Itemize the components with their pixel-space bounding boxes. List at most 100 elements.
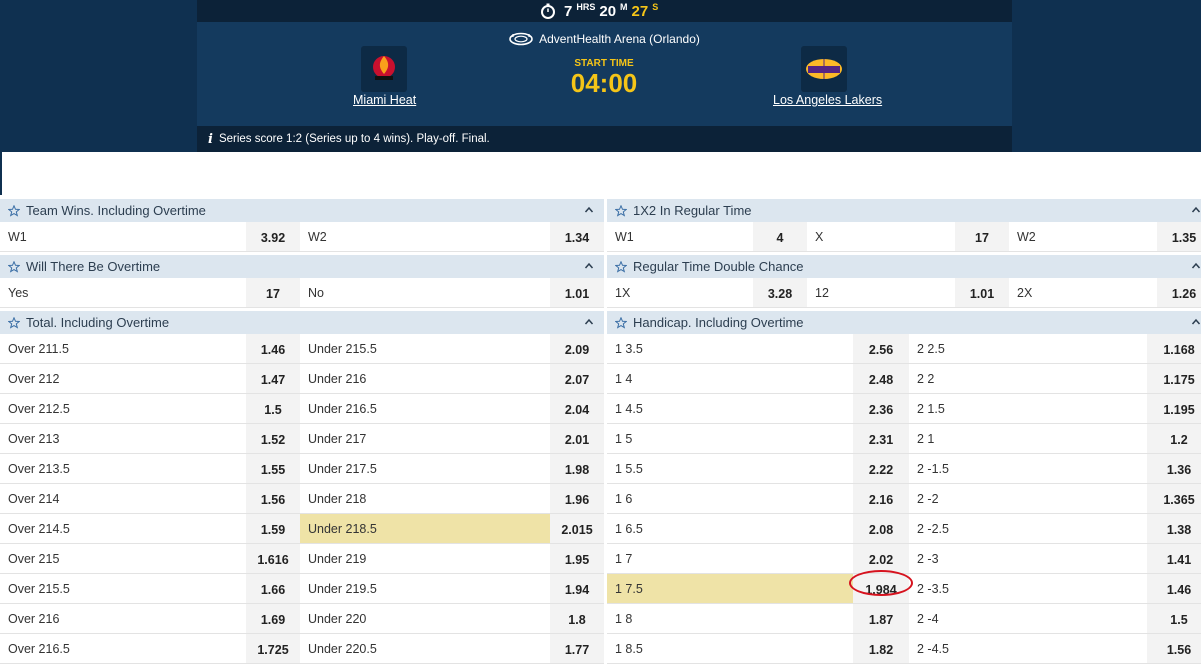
odds-value[interactable]: 1.365	[1147, 484, 1201, 513]
odds-value[interactable]: 2.07	[550, 364, 604, 393]
outcome-label[interactable]: 1 7	[607, 544, 853, 573]
odds-value[interactable]: 2.015	[550, 514, 604, 543]
odds-value[interactable]: 1.59	[246, 514, 300, 543]
outcome-label[interactable]: 1 8	[607, 604, 853, 633]
market-overtime-header[interactable]: Will There Be Overtime	[0, 255, 604, 278]
outcome-label[interactable]: 1 3.5	[607, 334, 853, 363]
outcome-label[interactable]: 2 1.5	[909, 394, 1147, 423]
outcome-label[interactable]: 2 -4.5	[909, 634, 1147, 663]
outcome-label[interactable]: 2 2.5	[909, 334, 1147, 363]
odds-value[interactable]: 1.2	[1147, 424, 1201, 453]
odds-value[interactable]: 1.26	[1157, 278, 1201, 307]
outcome-label[interactable]: Under 215.5	[300, 334, 550, 363]
odds-value[interactable]: 1.47	[246, 364, 300, 393]
outcome-label[interactable]: Under 216	[300, 364, 550, 393]
outcome-label[interactable]: X	[807, 222, 955, 251]
outcome-label[interactable]: 2 -1.5	[909, 454, 1147, 483]
outcome-label[interactable]: 2 -2.5	[909, 514, 1147, 543]
odds-value[interactable]: 1.41	[1147, 544, 1201, 573]
odds-value[interactable]: 1.8	[550, 604, 604, 633]
star-icon[interactable]	[615, 316, 627, 329]
chevron-up-icon[interactable]	[1191, 261, 1201, 271]
odds-value[interactable]: 2.16	[853, 484, 909, 513]
outcome-label[interactable]: W2	[300, 222, 550, 251]
odds-value[interactable]: 1.46	[246, 334, 300, 363]
odds-value[interactable]: 1.69	[246, 604, 300, 633]
odds-value[interactable]: 2.31	[853, 424, 909, 453]
outcome-label[interactable]: Over 213	[0, 424, 246, 453]
chevron-up-icon[interactable]	[1191, 317, 1201, 327]
outcome-label[interactable]: Under 217	[300, 424, 550, 453]
odds-value[interactable]: 3.92	[246, 222, 300, 251]
odds-value[interactable]: 1.56	[1147, 634, 1201, 663]
outcome-label[interactable]: Over 211.5	[0, 334, 246, 363]
chevron-up-icon[interactable]	[584, 205, 594, 215]
outcome-label[interactable]: Under 220.5	[300, 634, 550, 663]
chevron-up-icon[interactable]	[584, 261, 594, 271]
star-icon[interactable]	[8, 204, 20, 217]
odds-value[interactable]: 2.04	[550, 394, 604, 423]
odds-value[interactable]: 1.175	[1147, 364, 1201, 393]
odds-value[interactable]: 1.01	[955, 278, 1009, 307]
odds-value[interactable]: 1.616	[246, 544, 300, 573]
chevron-up-icon[interactable]	[1191, 205, 1201, 215]
outcome-label[interactable]: Under 216.5	[300, 394, 550, 423]
outcome-label[interactable]: 2 1	[909, 424, 1147, 453]
outcome-label[interactable]: Over 216.5	[0, 634, 246, 663]
outcome-label[interactable]: No	[300, 278, 550, 307]
outcome-label[interactable]: Over 214.5	[0, 514, 246, 543]
chevron-up-icon[interactable]	[584, 317, 594, 327]
outcome-label[interactable]: 1 7.5	[607, 574, 853, 603]
odds-value[interactable]: 1.38	[1147, 514, 1201, 543]
outcome-label[interactable]: 12	[807, 278, 955, 307]
market-double-chance-header[interactable]: Regular Time Double Chance	[607, 255, 1201, 278]
outcome-label[interactable]: 2 -2	[909, 484, 1147, 513]
outcome-label[interactable]: W2	[1009, 222, 1157, 251]
odds-value[interactable]: 1.82	[853, 634, 909, 663]
outcome-label[interactable]: 1 8.5	[607, 634, 853, 663]
odds-value[interactable]: 1.55	[246, 454, 300, 483]
home-team-link[interactable]: Miami Heat	[353, 93, 416, 107]
outcome-label[interactable]: Yes	[0, 278, 246, 307]
outcome-label[interactable]: 2X	[1009, 278, 1157, 307]
odds-value[interactable]: 3.28	[753, 278, 807, 307]
outcome-label[interactable]: W1	[0, 222, 246, 251]
star-icon[interactable]	[8, 316, 20, 329]
outcome-label[interactable]: Over 214	[0, 484, 246, 513]
market-handicap-header[interactable]: Handicap. Including Overtime	[607, 311, 1201, 334]
star-icon[interactable]	[8, 260, 20, 273]
outcome-label[interactable]: 1 6	[607, 484, 853, 513]
odds-value[interactable]: 1.96	[550, 484, 604, 513]
odds-value[interactable]: 4	[753, 222, 807, 251]
market-1x2-header[interactable]: 1X2 In Regular Time	[607, 199, 1201, 222]
market-total-header[interactable]: Total. Including Overtime	[0, 311, 604, 334]
star-icon[interactable]	[615, 204, 627, 217]
outcome-label[interactable]: Under 218	[300, 484, 550, 513]
odds-value[interactable]: 2.08	[853, 514, 909, 543]
outcome-label[interactable]: Over 212	[0, 364, 246, 393]
outcome-label[interactable]: 2 2	[909, 364, 1147, 393]
outcome-label[interactable]: Under 219.5	[300, 574, 550, 603]
odds-value[interactable]: 2.56	[853, 334, 909, 363]
odds-value[interactable]: 17	[246, 278, 300, 307]
outcome-label[interactable]: 1 5	[607, 424, 853, 453]
away-team-logo[interactable]	[801, 46, 847, 92]
outcome-label[interactable]: Over 215.5	[0, 574, 246, 603]
outcome-label[interactable]: Under 220	[300, 604, 550, 633]
outcome-label[interactable]: Under 219	[300, 544, 550, 573]
odds-value[interactable]: 1.35	[1157, 222, 1201, 251]
outcome-label[interactable]: W1	[607, 222, 753, 251]
odds-value[interactable]: 1.36	[1147, 454, 1201, 483]
odds-value[interactable]: 1.52	[246, 424, 300, 453]
odds-value[interactable]: 1.195	[1147, 394, 1201, 423]
odds-value[interactable]: 17	[955, 222, 1009, 251]
odds-value[interactable]: 1.46	[1147, 574, 1201, 603]
outcome-label[interactable]: 1 4.5	[607, 394, 853, 423]
odds-value[interactable]: 1.5	[246, 394, 300, 423]
outcome-label[interactable]: Over 215	[0, 544, 246, 573]
odds-value[interactable]: 1.98	[550, 454, 604, 483]
outcome-label[interactable]: Over 212.5	[0, 394, 246, 423]
outcome-label[interactable]: Over 216	[0, 604, 246, 633]
odds-value[interactable]: 1.66	[246, 574, 300, 603]
star-icon[interactable]	[615, 260, 627, 273]
